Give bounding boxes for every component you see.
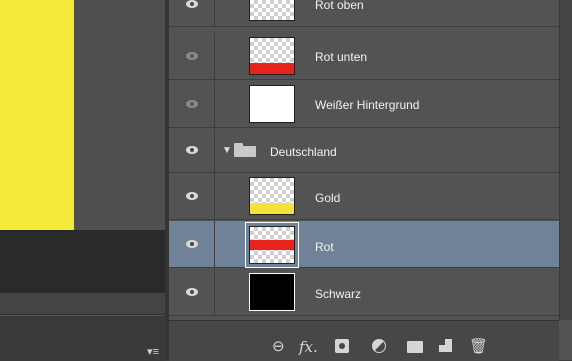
panel-menu-icon[interactable]: ▾≡ [147, 345, 159, 358]
visibility-column [169, 269, 215, 315]
expand-arrow-icon[interactable]: ▼ [222, 145, 232, 156]
layer-thumbnail [249, 177, 295, 215]
folder-icon [234, 143, 256, 157]
visibility-eye-icon[interactable] [186, 52, 198, 60]
layer-row-schwarz[interactable]: Schwarz [169, 269, 559, 316]
fx-icon[interactable]: fx. [299, 339, 318, 355]
link-icon[interactable]: ⊖ [272, 339, 285, 355]
layers-action-bar: ⊖ fx. 🗑 [169, 320, 559, 361]
layer-name: Rot oben [315, 0, 364, 12]
layer-thumbnail [249, 273, 295, 311]
layer-thumbnail [249, 85, 295, 123]
layer-name: Rot [315, 240, 334, 254]
visibility-column [169, 0, 215, 26]
trash-icon[interactable]: 🗑 [469, 339, 488, 355]
document-canvas[interactable]: ▾≡ [0, 0, 165, 361]
layer-row-rot-oben[interactable]: Rot oben [169, 0, 559, 27]
layers-scrollbar[interactable] [559, 0, 572, 320]
layer-name: Schwarz [315, 287, 362, 301]
layer-mask-icon[interactable] [335, 339, 349, 353]
document-status-bar: ▾≡ [0, 314, 165, 361]
adjustment-icon[interactable] [372, 339, 386, 353]
visibility-eye-icon[interactable] [186, 100, 198, 108]
canvas-dark-area [0, 230, 165, 293]
layer-name: Gold [315, 191, 341, 205]
visibility-column [169, 129, 215, 172]
layer-row-rot[interactable]: Rot [169, 221, 559, 268]
visibility-eye-icon[interactable] [186, 146, 198, 154]
visibility-column [169, 33, 215, 79]
new-layer-icon[interactable] [439, 339, 452, 352]
layer-name: Rot unten [315, 50, 368, 64]
layer-thumbnail [249, 37, 295, 75]
red-band [250, 63, 294, 74]
visibility-column [169, 221, 215, 267]
layer-name: Weißer Hintergrund [315, 98, 420, 112]
canvas-yellow-area [0, 0, 74, 230]
red-band [250, 240, 294, 250]
layer-thumbnail [245, 222, 299, 268]
visibility-eye-icon[interactable] [186, 0, 198, 8]
group-folder-icon[interactable] [407, 341, 423, 353]
layer-row-gold[interactable]: Gold [169, 173, 559, 220]
status-divider [0, 315, 165, 316]
layer-row-weisser-hintergrund[interactable]: Weißer Hintergrund [169, 81, 559, 128]
gold-band [250, 203, 294, 214]
layer-group-deutschland[interactable]: ▼ Deutschland [169, 129, 559, 173]
visibility-column [169, 81, 215, 127]
group-name: Deutschland [270, 145, 337, 159]
layer-thumbnail [249, 0, 295, 21]
canvas-scroll-area [0, 293, 165, 314]
layers-panel: Rot oben Rot unten Weißer Hintergrund ▼ … [169, 0, 572, 361]
layer-row-rot-unten[interactable]: Rot unten [169, 33, 559, 80]
visibility-column [169, 173, 215, 219]
visibility-eye-icon[interactable] [186, 192, 198, 200]
visibility-eye-icon[interactable] [186, 240, 198, 248]
visibility-eye-icon[interactable] [186, 288, 198, 296]
